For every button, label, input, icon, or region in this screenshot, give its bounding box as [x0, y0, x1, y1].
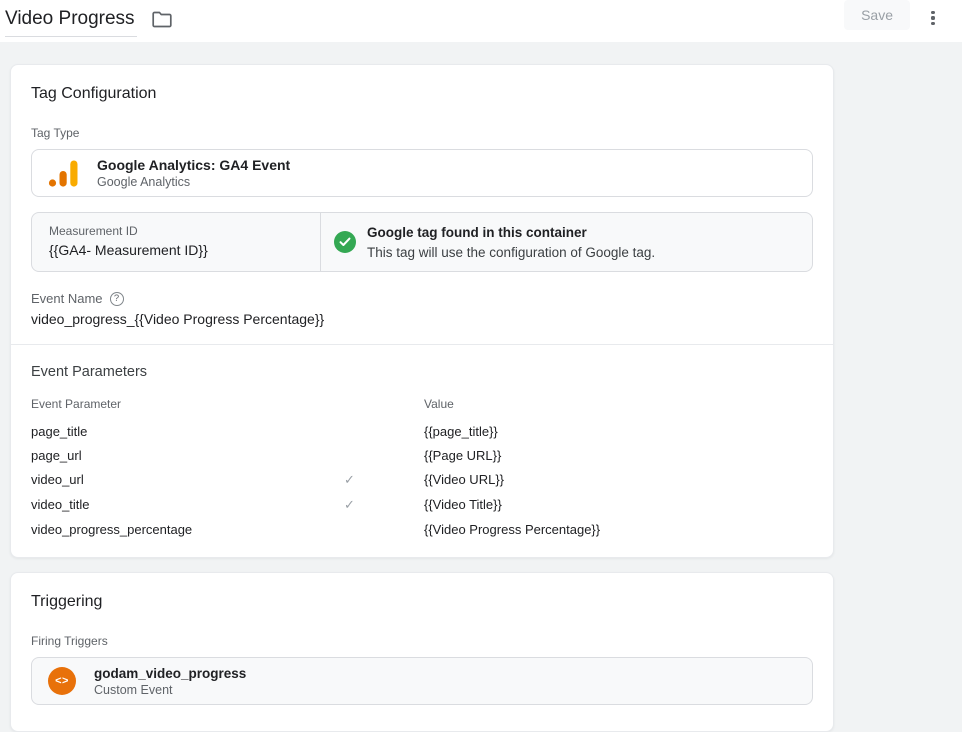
- event-parameter-name: video_progress_percentage: [31, 522, 344, 537]
- event-parameter-name: page_url: [31, 448, 344, 463]
- more-menu-icon[interactable]: [924, 7, 942, 29]
- content-area: Tag Configuration Tag Type Google Analyt…: [0, 42, 962, 732]
- google-analytics-icon: [48, 160, 78, 187]
- event-parameter-value: {{Video Title}}: [424, 497, 813, 512]
- tag-type-label: Tag Type: [31, 126, 813, 140]
- custom-event-icon: <>: [48, 667, 76, 695]
- checkmark-icon: ✓: [344, 497, 424, 513]
- measurement-id-label: Measurement ID: [49, 224, 310, 238]
- firing-triggers-label: Firing Triggers: [31, 634, 813, 648]
- folder-icon[interactable]: [152, 11, 172, 28]
- event-parameter-row: video_title✓{{Video Title}}: [31, 492, 813, 517]
- event-parameter-value: {{Video URL}}: [424, 472, 813, 487]
- tag-configuration-card: Tag Configuration Tag Type Google Analyt…: [10, 64, 834, 558]
- firing-trigger-row[interactable]: <> godam_video_progress Custom Event: [31, 657, 813, 705]
- event-parameter-name: video_title: [31, 497, 344, 512]
- tag-name-text: Video Progress: [5, 8, 135, 29]
- event-parameter-row: page_title {{page_title}}: [31, 419, 813, 443]
- event-parameters-heading: Event Parameters: [31, 364, 813, 380]
- event-parameter-value: {{Page URL}}: [424, 448, 813, 463]
- event-parameter-row: video_progress_percentage {{Video Progres…: [31, 517, 813, 541]
- measurement-id-banner: Measurement ID {{GA4- Measurement ID}} G…: [31, 212, 813, 272]
- save-button[interactable]: Save: [844, 0, 910, 30]
- event-parameter-value: {{page_title}}: [424, 424, 813, 439]
- tag-type-name: Google Analytics: GA4 Event: [97, 157, 290, 173]
- event-parameter-row: page_url {{Page URL}}: [31, 443, 813, 467]
- trigger-name: godam_video_progress: [94, 666, 246, 681]
- tag-type-vendor: Google Analytics: [97, 175, 290, 189]
- google-tag-status-title: Google tag found in this container: [367, 225, 655, 240]
- section-divider: [11, 344, 833, 345]
- top-bar: Video Progress Save: [0, 0, 962, 42]
- event-parameters-rows: page_title {{page_title}} page_url {{Page U…: [31, 419, 813, 541]
- measurement-id-value[interactable]: {{GA4- Measurement ID}}: [49, 242, 310, 258]
- help-icon[interactable]: ?: [110, 292, 124, 306]
- column-header-value: Value: [424, 397, 813, 411]
- success-check-icon: [334, 231, 356, 253]
- event-parameter-value: {{Video Progress Percentage}}: [424, 522, 813, 537]
- trigger-type: Custom Event: [94, 683, 246, 697]
- event-parameter-name: page_title: [31, 424, 344, 439]
- event-name-label: Event Name: [31, 291, 103, 306]
- tag-configuration-heading: Tag Configuration: [31, 85, 813, 103]
- event-parameters-header-row: Event Parameter Value: [31, 397, 813, 419]
- event-name-value[interactable]: video_progress_{{Video Progress Percenta…: [31, 311, 813, 327]
- event-parameter-row: video_url✓{{Video URL}}: [31, 467, 813, 492]
- tag-type-selector[interactable]: Google Analytics: GA4 Event Google Analy…: [31, 149, 813, 197]
- column-header-parameter: Event Parameter: [31, 397, 344, 411]
- event-parameters-table: Event Parameter Value page_title {{page_t…: [31, 397, 813, 541]
- tag-name-input[interactable]: Video Progress: [5, 6, 137, 37]
- event-parameter-name: video_url: [31, 472, 344, 487]
- triggering-heading: Triggering: [31, 593, 813, 611]
- triggering-card: Triggering Firing Triggers <> godam_vide…: [10, 572, 834, 732]
- google-tag-status-subtitle: This tag will use the configuration of G…: [367, 245, 655, 260]
- checkmark-icon: ✓: [344, 472, 424, 488]
